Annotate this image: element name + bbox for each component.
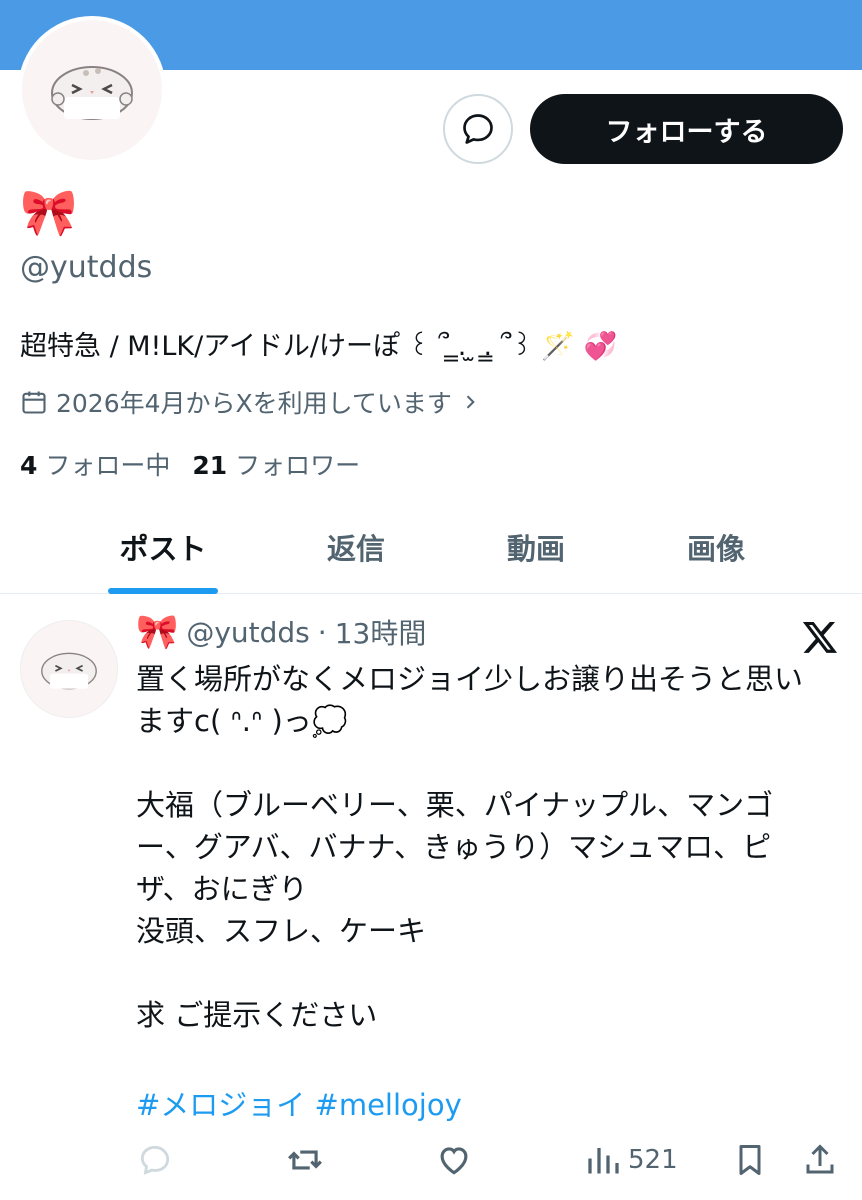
reply-icon — [140, 1145, 170, 1175]
tab-replies[interactable]: 返信 — [310, 500, 402, 594]
profile-bio: 超特急 / M!LK/アイドル/けーぽ ꒰ ՞ ̳. ̫ .̳ ՞꒱ 🪄 💞 — [20, 331, 618, 362]
message-icon — [463, 114, 493, 144]
message-button[interactable] — [443, 94, 513, 164]
tab-videos[interactable]: 動画 — [490, 500, 582, 594]
post-avatar[interactable] — [20, 620, 118, 718]
avatar-cat-illustration — [41, 652, 97, 690]
calendar-icon — [22, 391, 46, 414]
chevron-right-icon — [466, 395, 475, 409]
repost-icon — [288, 1150, 322, 1170]
profile-avatar[interactable] — [18, 16, 166, 164]
post-display-name[interactable]: 🎀 — [136, 612, 178, 652]
followers-link[interactable]: 21 フォロワー — [192, 451, 360, 480]
post-separator: · — [317, 615, 327, 649]
active-tab-indicator — [108, 588, 218, 594]
repost-button[interactable] — [284, 1138, 326, 1182]
views-button[interactable]: 521 — [584, 1138, 678, 1182]
views-icon — [588, 1148, 619, 1174]
tab-posts[interactable]: ポスト — [108, 500, 218, 594]
followers-count: 21 — [192, 451, 228, 480]
profile-display-name: 🎀 — [20, 185, 78, 239]
share-icon — [806, 1144, 834, 1174]
views-count: 521 — [628, 1145, 678, 1175]
post-hashtags[interactable]: #メロジョイ #mellojoy — [136, 1082, 462, 1124]
following-label: フォロー中 — [45, 451, 171, 480]
following-link[interactable]: 4 フォロー中 — [20, 451, 170, 480]
tab-images[interactable]: 画像 — [670, 500, 762, 594]
share-button[interactable] — [802, 1138, 838, 1182]
bookmark-button[interactable] — [732, 1138, 768, 1182]
following-count: 4 — [20, 451, 38, 480]
follow-stats: 4 フォロー中 21 フォロワー — [20, 446, 360, 482]
like-icon — [440, 1147, 468, 1175]
post-header: 🎀 @yutdds · 13時間 — [136, 612, 426, 652]
reply-button[interactable] — [136, 1138, 174, 1182]
post-time[interactable]: 13時間 — [335, 612, 427, 652]
profile-handle: @yutdds — [20, 250, 153, 285]
like-button[interactable] — [434, 1138, 474, 1182]
bookmark-icon — [739, 1145, 761, 1175]
follow-button[interactable]: フォローする — [530, 94, 843, 164]
joined-date[interactable]: 2026年4月からXを利用しています — [20, 384, 480, 420]
post-handle[interactable]: @yutdds — [186, 616, 309, 649]
avatar-cat-illustration — [51, 66, 133, 120]
profile-tabs: ポスト 返信 動画 画像 — [0, 500, 862, 594]
post-actions: 521 — [0, 1138, 862, 1186]
post-body-text: 置く場所がなくメロジョイ少しお譲り出そうと思いますc( ᐢ.ᐢ )っ💭 大福（ブ… — [136, 662, 804, 1032]
x-logo-icon — [800, 618, 840, 660]
joined-text: 2026年4月からXを利用しています — [56, 389, 452, 418]
followers-label: フォロワー — [235, 451, 361, 480]
